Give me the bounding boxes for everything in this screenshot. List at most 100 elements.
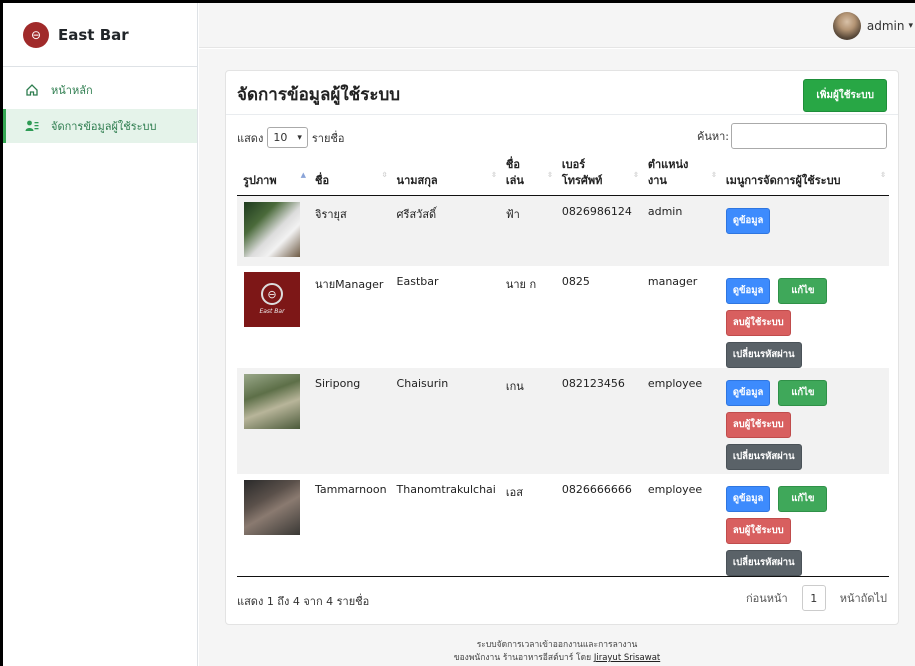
col-first-name[interactable]: ชื่อ ⇳ [309,157,391,196]
add-user-button[interactable]: เพิ่มผู้ใช้ระบบ [803,79,887,112]
table-header-row: รูปภาพ ▲ ชื่อ ⇳ นามสกุล ⇳ ชื่อ เล่น ⇳ เบอร์ โท… [237,157,889,196]
user-list-icon [25,119,39,133]
col-photo[interactable]: รูปภาพ ▲ [237,157,309,196]
photo-cell: ⊖ East Bar [237,265,309,368]
photo-cell [237,195,309,266]
footer-prefix: ของพนักงาน ร้านอาหารอีสต์บาร์ โดย [453,653,592,663]
last-name-cell: Eastbar [390,265,500,368]
table-row: จิรายุส ศรีสวัสดิ์ ฟ้า 0826986124 admin … [237,195,889,266]
first-name-cell: Tammarnoon [309,473,391,577]
prev-page-button[interactable]: ก่อนหน้า [746,589,788,607]
show-prefix: แสดง [237,131,264,145]
edit-user-button[interactable]: แก้ไข [778,277,828,304]
brand-logo-icon: ⊖ [23,21,49,48]
brand-name: East Bar [58,25,129,44]
search-input[interactable] [731,123,887,149]
user-photo: ⊖ East Bar [244,271,300,327]
pagination: ก่อนหน้า 1 หน้าถัดไป [746,585,887,611]
sidebar: ⊖ East Bar หน้าหลัก จัดการข้อมูลผู้ใช้ระ… [3,3,198,666]
page-length-control: แสดง 10 ▾ รายชื่อ [237,127,344,148]
col-position[interactable]: ตำแหน่ง งาน ⇳ [641,157,720,196]
view-user-button[interactable]: ดูข้อมูล [725,485,771,512]
main-content: จัดการข้อมูลผู้ใช้ระบบ เพิ่มผู้ใช้ระบบ แ… [199,49,915,666]
sidebar-nav: หน้าหลัก จัดการข้อมูลผู้ใช้ระบบ [3,67,197,143]
sort-icon: ⇳ [880,171,886,179]
footer-line2: ของพนักงาน ร้านอาหารอีสต์บาร์ โดย Jirayu… [199,652,915,665]
first-name-cell: Siripong [309,367,391,474]
page-1-button[interactable]: 1 [801,585,826,611]
topbar: admin ▾ [199,3,915,48]
search-control: ค้นหา: [697,123,887,149]
nickname-cell: ฟ้า [499,195,556,266]
table-row: Tammarnoon Thanomtrakulchai เอส 08266666… [237,473,889,577]
sort-icon: ⇳ [710,171,717,179]
brand-logo-icon: ⊖ [261,283,283,305]
chevron-down-icon: ▾ [908,21,913,31]
nickname-cell: นาย ก [499,265,556,368]
sort-asc-icon: ▲ [300,171,306,179]
view-user-button[interactable]: ดูข้อมูล [725,208,771,234]
user-photo [244,373,300,429]
delete-user-button[interactable]: ลบผู้ใช้ระบบ [725,411,791,438]
photo-cell [237,473,309,577]
page-length-select[interactable]: 10 ▾ [267,127,308,148]
sidebar-item-label: หน้าหลัก [51,84,93,97]
nickname-cell: เอส [499,473,556,577]
avatar [832,12,861,40]
brand[interactable]: ⊖ East Bar [3,3,197,67]
author-link[interactable]: Jirayut Srisawat [594,653,660,663]
first-name-cell: จิรายุส [309,195,391,266]
logo-caption: East Bar [259,308,285,315]
phone-cell: 0826986124 [555,195,642,266]
card-header: จัดการข้อมูลผู้ใช้ระบบ เพิ่มผู้ใช้ระบบ [226,71,898,115]
view-user-button[interactable]: ดูข้อมูล [725,379,771,406]
photo-cell [237,367,309,474]
col-nickname[interactable]: ชื่อ เล่น ⇳ [499,157,556,196]
show-suffix: รายชื่อ [311,131,345,145]
col-last-name[interactable]: นามสกุล ⇳ [390,157,500,196]
last-name-cell: ศรีสวัสดิ์ [390,195,500,266]
position-cell: admin [641,195,720,266]
col-phone[interactable]: เบอร์ โทรศัพท์ ⇳ [555,157,642,196]
last-name-cell: Thanomtrakulchai [390,473,500,577]
delete-user-button[interactable]: ลบผู้ใช้ระบบ [725,309,791,336]
edit-user-button[interactable]: แก้ไข [778,379,828,406]
next-page-button[interactable]: หน้าถัดไป [840,589,887,607]
sort-icon: ⇳ [546,171,553,179]
last-name-cell: Chaisurin [390,367,500,474]
actions-cell: ดูข้อมูล [719,195,889,266]
table-row: ⊖ East Bar นายManager Eastbar นาย ก 0825… [237,265,889,368]
actions-cell: ดูข้อมูล แก้ไข ลบผู้ใช้ระบบ เปลี่ยนรหัสผ… [719,265,889,368]
position-cell: employee [641,367,720,474]
chevron-down-icon: ▾ [297,132,302,143]
sort-icon: ⇳ [381,171,388,179]
sort-icon: ⇳ [490,171,497,179]
phone-cell: 082123456 [555,367,642,474]
footer-line1: ระบบจัดการเวลาเข้าออกงานและการลางาน [476,640,638,650]
username: admin [866,19,905,33]
position-cell: manager [641,265,720,368]
change-password-button[interactable]: เปลี่ยนรหัสผ่าน [725,549,802,576]
sidebar-item-label: จัดการข้อมูลผู้ใช้ระบบ [51,120,157,133]
page-title: จัดการข้อมูลผู้ใช้ระบบ [237,85,401,105]
site-footer: ระบบจัดการเวลาเข้าออกงานและการลางาน ของพ… [199,639,915,665]
change-password-button[interactable]: เปลี่ยนรหัสผ่าน [725,341,802,368]
home-icon [25,83,39,97]
user-menu[interactable]: admin ▾ [832,12,913,40]
view-user-button[interactable]: ดูข้อมูล [725,277,771,304]
sidebar-item-home[interactable]: หน้าหลัก [3,73,197,107]
change-password-button[interactable]: เปลี่ยนรหัสผ่าน [725,443,802,470]
first-name-cell: นายManager [309,265,391,368]
user-photo [244,479,300,535]
sidebar-item-users[interactable]: จัดการข้อมูลผู้ใช้ระบบ [3,109,197,143]
table-info: แสดง 1 ถึง 4 จาก 4 รายชื่อ [237,595,370,608]
users-table: รูปภาพ ▲ ชื่อ ⇳ นามสกุล ⇳ ชื่อ เล่น ⇳ เบอร์ โท… [237,157,889,577]
table-row: Siripong Chaisurin เกน 082123456 employe… [237,367,889,474]
edit-user-button[interactable]: แก้ไข [778,485,828,512]
user-photo [244,202,300,257]
col-actions[interactable]: เมนูการจัดการผู้ใช้ระบบ ⇳ [719,157,889,196]
delete-user-button[interactable]: ลบผู้ใช้ระบบ [725,517,791,544]
actions-cell: ดูข้อมูล แก้ไข ลบผู้ใช้ระบบ เปลี่ยนรหัสผ… [719,473,889,577]
sort-icon: ⇳ [632,171,639,179]
table-controls: แสดง 10 ▾ รายชื่อ ค้นหา: [237,123,887,149]
